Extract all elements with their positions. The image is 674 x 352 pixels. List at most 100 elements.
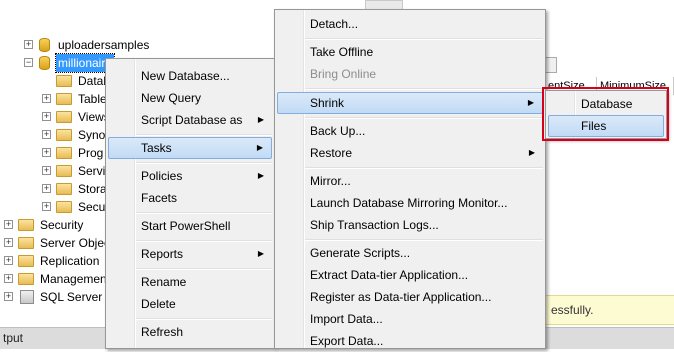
menu-item-launch-mirroring-monitor[interactable]: Launch Database Mirroring Monitor... <box>277 192 543 214</box>
menu-separator <box>136 162 272 164</box>
tree-node-label: SQL Server A <box>40 290 113 304</box>
database-context-menu: New Database... New Query Script Databas… <box>105 58 275 349</box>
expand-icon[interactable]: + <box>24 40 33 49</box>
menu-item-label: Rename <box>141 275 187 289</box>
menu-item-label: Refresh <box>141 325 184 339</box>
menu-item-label: Shrink <box>310 96 345 110</box>
folder-icon <box>18 219 34 231</box>
menu-item-restore[interactable]: Restore ▶ <box>277 142 543 164</box>
menu-item-label: Import Data... <box>310 312 383 326</box>
menu-item-refresh[interactable]: Refresh <box>108 321 272 343</box>
menu-item-extract-data-tier-app[interactable]: Extract Data-tier Application... <box>277 264 543 286</box>
expand-icon[interactable]: + <box>42 184 51 193</box>
menu-item-policies[interactable]: Policies ▶ <box>108 165 272 187</box>
menu-separator <box>305 38 543 40</box>
submenu-arrow-icon: ▶ <box>257 171 264 180</box>
expand-icon[interactable]: + <box>42 130 51 139</box>
expand-icon[interactable]: + <box>42 148 51 157</box>
expand-icon[interactable]: + <box>42 112 51 121</box>
tree-node-label: Server Object <box>40 236 114 250</box>
menu-item-tasks[interactable]: Tasks ▶ <box>108 137 272 159</box>
menu-separator <box>136 212 272 214</box>
folder-icon <box>56 201 72 213</box>
menu-item-script-database-as[interactable]: Script Database as ▶ <box>108 109 272 131</box>
sql-agent-icon <box>20 290 34 304</box>
menu-item-label: Tasks <box>141 141 172 155</box>
folder-icon <box>56 183 72 195</box>
menu-separator <box>136 268 272 270</box>
menu-item-new-database[interactable]: New Database... <box>108 65 272 87</box>
grid-tab[interactable] <box>545 57 557 73</box>
submenu-arrow-icon: ▶ <box>527 98 534 107</box>
menu-separator <box>136 318 272 320</box>
menu-item-label: Mirror... <box>310 174 351 188</box>
folder-icon <box>18 273 34 285</box>
tree-node-label: uploadersamples <box>58 38 150 52</box>
menu-item-take-offline[interactable]: Take Offline <box>277 41 543 63</box>
menu-item-new-query[interactable]: New Query <box>108 87 272 109</box>
menu-item-label: Detach... <box>310 17 359 31</box>
menu-item-facets[interactable]: Facets <box>108 187 272 209</box>
expand-icon[interactable]: + <box>4 292 13 301</box>
menu-separator <box>305 239 543 241</box>
expand-icon[interactable]: + <box>4 256 13 265</box>
expand-icon[interactable]: + <box>42 94 51 103</box>
menu-separator <box>136 240 272 242</box>
database-icon <box>39 56 50 70</box>
expand-icon[interactable]: + <box>42 202 51 211</box>
tree-node-label: Stora <box>78 182 107 196</box>
menu-item-label: New Query <box>141 91 202 105</box>
menu-item-label: Back Up... <box>310 124 366 138</box>
submenu-arrow-icon: ▶ <box>257 115 264 124</box>
submenu-arrow-icon: ▶ <box>256 143 263 152</box>
menu-item-shrink[interactable]: Shrink ▶ <box>277 92 543 114</box>
expand-icon[interactable]: + <box>4 238 13 247</box>
folder-icon <box>56 165 72 177</box>
expand-icon[interactable]: + <box>4 220 13 229</box>
tree-node-label: Servi <box>78 164 106 178</box>
menu-item-label: Policies <box>141 169 183 183</box>
menu-item-label: Ship Transaction Logs... <box>310 218 439 232</box>
menu-separator <box>305 117 543 119</box>
menu-item-label: Export Data... <box>310 334 384 348</box>
status-message: essfully. <box>545 295 674 325</box>
submenu-arrow-icon: ▶ <box>257 249 264 258</box>
menu-item-label: Reports <box>141 247 184 261</box>
folder-icon <box>18 237 34 249</box>
menu-item-label: New Database... <box>141 69 230 83</box>
submenu-arrow-icon: ▶ <box>528 148 535 157</box>
menu-separator <box>305 167 543 169</box>
menu-item-label: Restore <box>310 146 353 160</box>
menu-item-delete[interactable]: Delete <box>108 293 272 315</box>
menu-item-register-data-tier-app[interactable]: Register as Data-tier Application... <box>277 286 543 308</box>
menu-item-generate-scripts[interactable]: Generate Scripts... <box>277 242 543 264</box>
menu-item-label: Generate Scripts... <box>310 246 411 260</box>
folder-icon <box>56 129 72 141</box>
menu-item-import-data[interactable]: Import Data... <box>277 308 543 330</box>
database-icon <box>39 38 50 52</box>
tree-node-label: Prog <box>78 146 104 160</box>
menu-item-ship-transaction-logs[interactable]: Ship Transaction Logs... <box>277 214 543 236</box>
menu-item-detach[interactable]: Detach... <box>277 13 543 35</box>
tasks-submenu: Detach... Take Offline Bring Online Shri… <box>274 9 546 349</box>
menu-item-start-powershell[interactable]: Start PowerShell <box>108 215 272 237</box>
collapse-icon[interactable]: − <box>24 58 33 67</box>
menu-separator <box>305 88 543 90</box>
menu-item-label: Extract Data-tier Application... <box>310 268 469 282</box>
tree-node-label: Managemen <box>40 272 107 286</box>
expand-icon[interactable]: + <box>42 166 51 175</box>
menu-item-rename[interactable]: Rename <box>108 271 272 293</box>
callout-highlight-box <box>542 87 669 141</box>
folder-icon <box>18 255 34 267</box>
tree-node-label: Syno <box>78 128 106 142</box>
folder-icon <box>56 75 72 87</box>
menu-item-label: Script Database as <box>141 113 243 127</box>
menu-item-bring-online[interactable]: Bring Online <box>277 63 543 85</box>
menu-item-label: Launch Database Mirroring Monitor... <box>310 196 508 210</box>
tree-node-label: Secu <box>78 200 106 214</box>
menu-item-back-up[interactable]: Back Up... <box>277 120 543 142</box>
menu-item-mirror[interactable]: Mirror... <box>277 170 543 192</box>
expand-icon[interactable]: + <box>4 274 13 283</box>
menu-item-reports[interactable]: Reports ▶ <box>108 243 272 265</box>
folder-icon <box>56 147 72 159</box>
